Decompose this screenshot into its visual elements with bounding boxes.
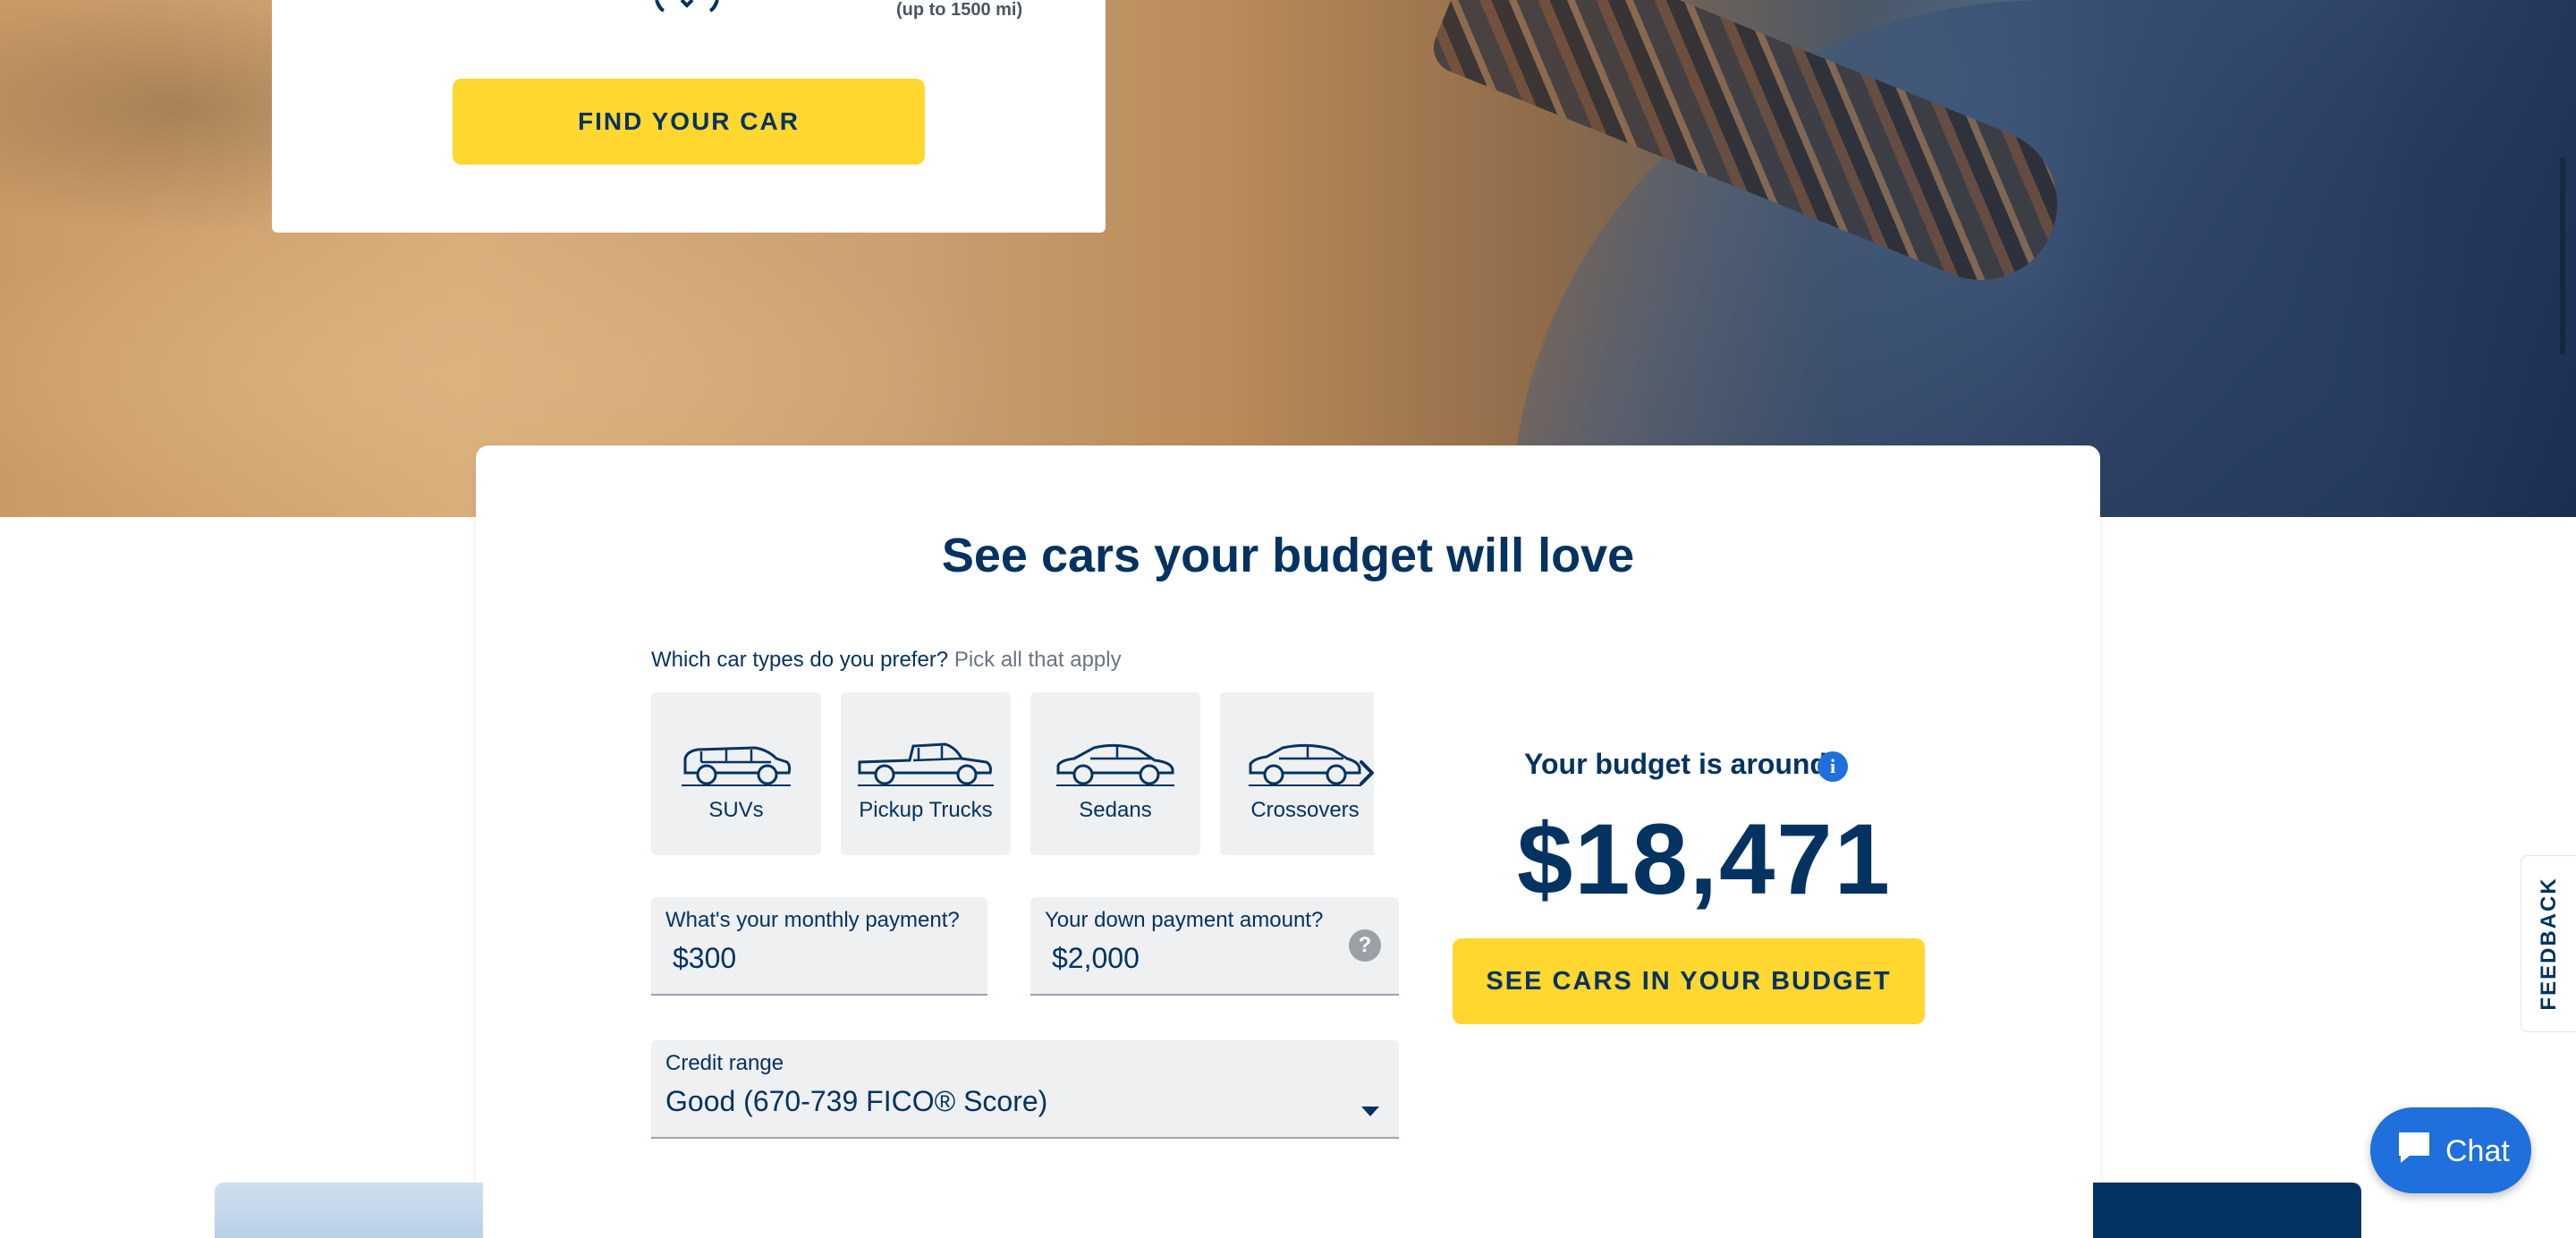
caret-down-icon[interactable] (1361, 1107, 1379, 1116)
car-type-crossovers[interactable]: Crossovers (1220, 692, 1374, 855)
next-section-image (215, 1183, 483, 1238)
budget-card: See cars your budget will love Which car… (476, 445, 2100, 1238)
car-type-label: Pickup Trucks (859, 798, 993, 822)
car-type-label: Sedans (1079, 798, 1152, 822)
next-section-panel (2093, 1183, 2361, 1238)
chat-bubble-icon (2399, 1132, 2429, 1163)
down-payment-field[interactable]: Your down payment amount? $2,000 ? (1030, 897, 1399, 996)
credit-range-value[interactable]: Good (670-739 FICO® Score) (665, 1085, 1047, 1118)
credit-range-select[interactable]: Credit range Good (670-739 FICO® Score) (651, 1040, 1399, 1139)
car-type-pickup-trucks[interactable]: Pickup Trucks (841, 692, 1011, 855)
car-type-hint: Pick all that apply (953, 648, 1122, 672)
chat-label: Chat (2445, 1134, 2510, 1168)
see-cars-in-budget-button[interactable]: SEE CARS IN YOUR BUDGET (1453, 938, 1925, 1024)
pickup-truck-icon (858, 742, 994, 786)
feedback-tab[interactable]: FEEDBACK (2521, 855, 2576, 1032)
down-payment-label: Your down payment amount? (1045, 908, 1324, 932)
car-type-suvs[interactable]: SUVs (651, 692, 821, 855)
car-type-label: SUVs (708, 798, 764, 822)
feedback-label: FEEDBACK (2536, 877, 2561, 1011)
car-type-question-text: Which car types do you prefer? (651, 648, 949, 672)
crossover-icon (1249, 743, 1361, 786)
credit-range-label: Credit range (665, 1051, 784, 1075)
find-your-car-button[interactable]: FIND YOUR CAR (453, 79, 925, 165)
suv-icon (682, 746, 792, 786)
help-icon[interactable]: ? (1349, 929, 1381, 962)
budget-amount: $18,471 (1517, 803, 1892, 915)
distance-range-note: (up to 1500 mi) (896, 0, 1023, 20)
car-type-question: Which car types do you prefer? Pick all … (651, 648, 1122, 673)
chevron-right-icon[interactable] (1352, 755, 1381, 791)
search-card: (up to 1500 mi) FIND YOUR CAR (272, 0, 1106, 233)
scrollbar-thumb[interactable] (2560, 157, 2565, 354)
monthly-payment-label: What's your monthly payment? (665, 908, 960, 932)
sedan-icon (1056, 743, 1174, 786)
info-icon[interactable]: i (1818, 751, 1848, 782)
car-type-sedans[interactable]: Sedans (1030, 692, 1200, 855)
car-type-carousel: SUVs Pickup Trucks Sedans Crossovers (651, 692, 1374, 855)
monthly-payment-input[interactable]: $300 (673, 942, 736, 975)
budget-result-label: Your budget is around (1524, 748, 1827, 780)
car-type-label: Crossovers (1250, 798, 1360, 822)
chat-button[interactable]: Chat (2370, 1107, 2531, 1193)
shield-heart-icon (655, 0, 719, 13)
down-payment-input[interactable]: $2,000 (1052, 942, 1140, 975)
monthly-payment-field[interactable]: What's your monthly payment? $300 (651, 897, 987, 996)
budget-title: See cars your budget will love (941, 529, 1635, 582)
